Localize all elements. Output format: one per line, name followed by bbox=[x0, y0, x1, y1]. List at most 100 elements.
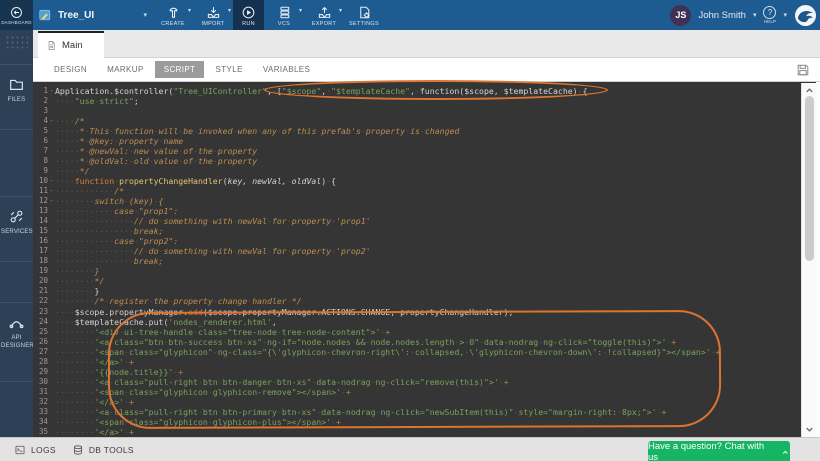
subtab-variables[interactable]: VARIABLES bbox=[254, 61, 319, 78]
code-line: 7·····*·@newVal:·new·value·of·the·proper… bbox=[33, 146, 816, 156]
code-content: ········} bbox=[55, 266, 816, 276]
tool-import[interactable]: ▾IMPORT bbox=[193, 0, 233, 30]
help-button[interactable]: ? HELP bbox=[763, 6, 776, 24]
tool-create[interactable]: ▾CREATE bbox=[153, 0, 193, 30]
vcs-icon bbox=[277, 5, 292, 20]
code-content bbox=[55, 106, 816, 116]
bottombar-item-db-tools[interactable]: DB TOOLS bbox=[72, 444, 134, 456]
indent-dots: ···· bbox=[55, 116, 75, 126]
save-button[interactable] bbox=[795, 62, 811, 78]
subtab-design[interactable]: DESIGN bbox=[45, 61, 96, 78]
scroll-down-arrow-icon[interactable] bbox=[802, 426, 817, 437]
tab-main[interactable]: Main bbox=[38, 31, 104, 58]
code-token: btn-xs" bbox=[277, 377, 312, 387]
line-number: 25 bbox=[33, 327, 48, 337]
fold-gutter bbox=[48, 397, 55, 407]
chat-label: Have a question? Chat with us bbox=[648, 441, 772, 461]
sidebar-item-label: API DESIGNER bbox=[1, 335, 32, 350]
sidebar-item-files[interactable]: FILES bbox=[0, 64, 33, 130]
line-number: 32 bbox=[33, 397, 48, 407]
code-token: '</a>' bbox=[94, 397, 124, 407]
code-line: 33········'<a·class="pull-right·btn·btn-… bbox=[33, 407, 816, 417]
sidebar-item-api-designer[interactable]: API DESIGNER bbox=[0, 302, 33, 382]
code-token: btn-xs" bbox=[228, 337, 263, 347]
subtab-script[interactable]: SCRIPT bbox=[155, 61, 205, 78]
code-token: // bbox=[134, 246, 144, 256]
fold-gutter bbox=[48, 307, 55, 317]
code-token: '<div bbox=[94, 327, 119, 337]
sidebar-item-services[interactable]: SERVICES bbox=[0, 196, 33, 262]
code-line: 18················break; bbox=[33, 256, 816, 266]
line-number: 21 bbox=[33, 286, 48, 296]
subtab-style[interactable]: STYLE bbox=[206, 61, 251, 78]
code-line: 23····$scope.propertyManager.add($scope.… bbox=[33, 307, 816, 317]
code-line: 14················//·do·something·with·n… bbox=[33, 216, 816, 226]
bottombar-item-logs[interactable]: LOGS bbox=[14, 444, 56, 456]
user-menu-chevron-down-icon[interactable]: ▾ bbox=[753, 11, 757, 19]
code-line: 21········} bbox=[33, 286, 816, 296]
indent-dots: ········ bbox=[55, 196, 94, 206]
code-token: + bbox=[716, 347, 721, 357]
code-token: "$scope" bbox=[282, 86, 321, 96]
fold-gutter bbox=[48, 256, 55, 266]
subtab-markup[interactable]: MARKUP bbox=[98, 61, 153, 78]
code-token: function bbox=[114, 126, 153, 136]
fold-gutter bbox=[48, 126, 55, 136]
code-token: for bbox=[272, 246, 287, 256]
code-token: 'prop2' bbox=[336, 246, 371, 256]
tool-run[interactable]: RUN bbox=[233, 0, 264, 30]
code-line: 26········'<a·class="btn·btn-success·btn… bbox=[33, 337, 816, 347]
code-content: ·····*·This·function·will·be·invoked·whe… bbox=[55, 126, 816, 136]
avatar[interactable]: JS bbox=[670, 5, 691, 26]
line-number: 27 bbox=[33, 347, 48, 357]
run-icon bbox=[241, 5, 256, 20]
project-name: Tree_UI bbox=[58, 10, 94, 21]
tool-settings[interactable]: SETTINGS bbox=[344, 0, 384, 30]
code-token: + bbox=[671, 337, 676, 347]
code-content: ········'</a>'·+ bbox=[55, 397, 816, 407]
code-token: @oldVal: bbox=[90, 156, 129, 166]
fold-marker-icon[interactable]: - bbox=[48, 86, 55, 96]
tool-label: EXPORT bbox=[312, 21, 336, 27]
fold-marker-icon[interactable]: - bbox=[48, 196, 55, 206]
scroll-up-arrow-icon[interactable] bbox=[802, 83, 817, 94]
code-token: btn-success bbox=[168, 337, 222, 347]
code-content: ········'<a·class="pull-right·btn·btn-da… bbox=[55, 377, 816, 387]
fold-marker-icon[interactable]: - bbox=[48, 116, 55, 126]
line-number: 30 bbox=[33, 377, 48, 387]
code-token: + bbox=[129, 357, 134, 367]
code-content: ········*/ bbox=[55, 276, 816, 286]
code-line: 19········} bbox=[33, 266, 816, 276]
indent-dots: ········ bbox=[55, 407, 94, 417]
editor-scrollbar[interactable] bbox=[801, 83, 816, 437]
indent-dots: ········ bbox=[55, 276, 94, 286]
fold-marker-icon[interactable]: - bbox=[48, 186, 55, 196]
code-line: 6·····*·@key:·property·name bbox=[33, 136, 816, 146]
fold-marker-icon[interactable]: - bbox=[48, 176, 55, 186]
indent-dots: ···· bbox=[55, 96, 75, 106]
code-editor[interactable]: 1-Application.$controller("Tree_UIContro… bbox=[33, 82, 816, 437]
code-token: btn bbox=[203, 377, 218, 387]
fold-gutter bbox=[48, 156, 55, 166]
help-chevron-down-icon[interactable]: ▾ bbox=[783, 11, 787, 19]
code-content: ·····*·@oldVal:·old·value·of·the·propert… bbox=[55, 156, 816, 166]
code-content: ········'<span·class="glyphicon·glyphico… bbox=[55, 387, 816, 397]
tool-export[interactable]: ▾EXPORT bbox=[304, 0, 344, 30]
line-number: 2 bbox=[33, 96, 48, 106]
wavemaker-studio-window: DASHBOARD Tree_UI ▾ ▾CREATE▾IMPORTRUN▾VC… bbox=[0, 0, 820, 461]
dashboard-button[interactable]: DASHBOARD bbox=[0, 0, 33, 30]
tool-vcs[interactable]: ▾VCS bbox=[264, 0, 304, 30]
chat-button[interactable]: Have a question? Chat with us bbox=[648, 441, 790, 461]
code-token: '<span bbox=[94, 387, 124, 397]
line-number: 8 bbox=[33, 156, 48, 166]
scrollbar-thumb[interactable] bbox=[805, 96, 814, 261]
line-number: 20 bbox=[33, 276, 48, 286]
wavemaker-logo-icon bbox=[794, 4, 817, 27]
code-token: glyphicon-plus"></span>' bbox=[213, 417, 331, 427]
content-area: Main DESIGNMARKUPSCRIPTSTYLEVARIABLES 1-… bbox=[33, 30, 820, 437]
code-token: with bbox=[213, 246, 233, 256]
indent-dots: ················ bbox=[55, 226, 134, 236]
dashboard-label: DASHBOARD bbox=[1, 20, 31, 25]
code-token: with bbox=[213, 216, 233, 226]
project-switcher[interactable]: Tree_UI ▾ bbox=[33, 0, 153, 30]
